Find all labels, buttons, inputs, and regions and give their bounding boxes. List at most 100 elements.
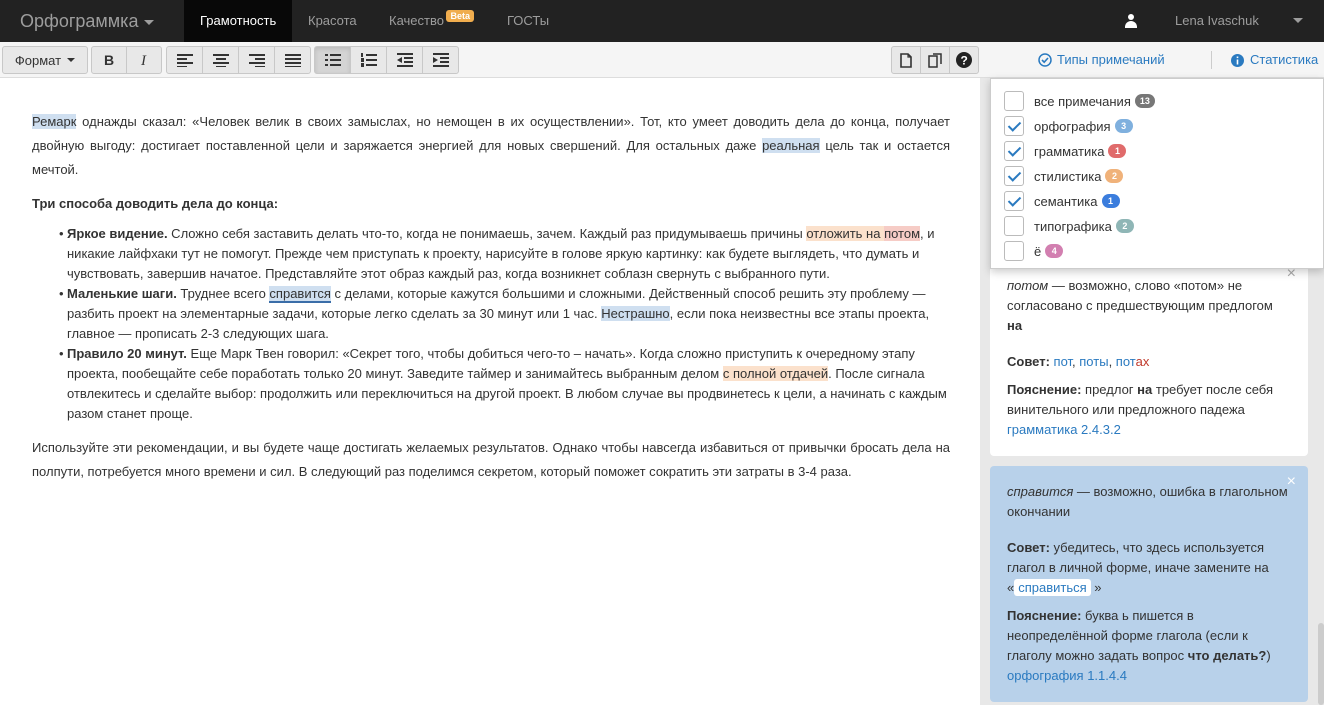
numbered-list-icon xyxy=(360,53,377,67)
statistics-label: Статистика xyxy=(1250,52,1319,67)
comment-card[interactable]: × потом — возможно, слово «потом» не сог… xyxy=(990,258,1308,456)
flagged-word[interactable]: Нестрашно xyxy=(601,306,670,321)
tab-quality[interactable]: Качество Beta xyxy=(373,0,474,42)
tab-gosts[interactable]: ГОСТы xyxy=(491,0,565,42)
checkbox[interactable] xyxy=(1004,141,1024,161)
list-item-title: Яркое видение. xyxy=(67,226,168,241)
count-badge: 1 xyxy=(1108,144,1127,158)
comment-card-selected[interactable]: × справится — возможно, ошибка в глаголь… xyxy=(990,466,1308,702)
filter-item-stylistics[interactable]: стилистика 2 xyxy=(1004,166,1124,186)
filter-item-semantics[interactable]: семантика 1 xyxy=(1004,191,1120,211)
filter-label: грамматика xyxy=(1034,143,1105,159)
filter-item-spelling[interactable]: орфография 3 xyxy=(1004,116,1133,136)
check-circle-icon xyxy=(1038,53,1052,67)
align-right-button[interactable] xyxy=(238,46,275,74)
comment-text-bold: на xyxy=(1007,318,1023,333)
tab-label: Грамотность xyxy=(200,13,277,28)
svg-text:?: ? xyxy=(961,54,968,68)
list-item-title: Маленькие шаги. xyxy=(67,286,177,301)
chevron-down-icon[interactable] xyxy=(1293,18,1303,23)
advice-label: Совет: xyxy=(1007,354,1050,369)
list-item-title: Правило 20 минут. xyxy=(67,346,187,361)
flagged-word[interactable]: потом xyxy=(884,226,921,241)
count-badge: 13 xyxy=(1134,94,1155,108)
filter-item-all[interactable]: все примечания 13 xyxy=(1004,91,1155,111)
bullet-list-icon xyxy=(324,54,341,66)
section-heading: Три способа доводить дела до конца: xyxy=(32,196,279,211)
flagged-word[interactable]: Ремарк xyxy=(32,114,77,129)
explain-bold: что делать? xyxy=(1187,648,1267,663)
explain-label: Пояснение: xyxy=(1007,382,1082,397)
bullet-list: • Яркое видение. Сложно себя заставить д… xyxy=(59,224,949,424)
bold-icon: B xyxy=(104,53,114,67)
comment-advice: Совет: пот, поты, потах xyxy=(1007,354,1150,369)
rule-link[interactable]: грамматика 2.4.3.2 xyxy=(1007,420,1291,440)
copy-button[interactable] xyxy=(920,46,950,74)
info-icon xyxy=(1231,53,1244,67)
filter-label: семантика xyxy=(1034,193,1098,209)
suggestion-option[interactable]: потах xyxy=(1116,354,1150,369)
help-button[interactable]: ? xyxy=(949,46,979,74)
new-document-button[interactable] xyxy=(891,46,921,74)
suggestion-option[interactable]: пот xyxy=(1054,354,1073,369)
checkbox[interactable] xyxy=(1004,166,1024,186)
tab-label: ГОСТы xyxy=(507,13,550,28)
outdent-button[interactable] xyxy=(386,46,423,74)
suggestion-option[interactable]: справиться xyxy=(1014,579,1091,596)
italic-button[interactable]: I xyxy=(126,46,162,74)
align-center-button[interactable] xyxy=(202,46,239,74)
comment-types-toggle[interactable]: Типы примечаний xyxy=(1038,42,1165,78)
checkbox[interactable] xyxy=(1004,216,1024,236)
question-circle-icon: ? xyxy=(956,52,972,68)
flagged-word[interactable]: отложить на xyxy=(806,226,885,241)
bullet-list-button[interactable] xyxy=(314,46,351,74)
comment-word: справится xyxy=(1007,484,1074,499)
explain-text: предлог xyxy=(1081,382,1138,397)
explain-label: Пояснение: xyxy=(1007,608,1082,623)
indent-button[interactable] xyxy=(422,46,459,74)
checkbox[interactable] xyxy=(1004,91,1024,111)
align-left-icon xyxy=(176,54,193,67)
outdent-icon xyxy=(396,53,413,67)
filter-item-grammar[interactable]: грамматика 1 xyxy=(1004,141,1127,161)
filter-label: стилистика xyxy=(1034,168,1102,184)
tab-literacy[interactable]: Грамотность xyxy=(184,0,293,42)
user-name[interactable]: Lena Ivaschuk xyxy=(1175,0,1259,42)
flagged-word[interactable]: реальная xyxy=(762,138,820,153)
filter-label: ё xyxy=(1034,243,1042,259)
count-badge: 1 xyxy=(1101,194,1120,208)
checkbox[interactable] xyxy=(1004,241,1024,261)
editor-toolbar: Формат B I ? Типы примечаний Статистика xyxy=(0,42,1324,78)
tab-label: Качество xyxy=(389,13,444,28)
numbered-list-button[interactable] xyxy=(350,46,387,74)
align-justify-button[interactable] xyxy=(274,46,311,74)
suggestion-highlight: ах xyxy=(1135,354,1150,369)
comment-types-label: Типы примечаний xyxy=(1057,52,1165,67)
format-dropdown[interactable]: Формат xyxy=(2,46,88,74)
user-icon[interactable] xyxy=(1124,14,1138,28)
scrollbar[interactable] xyxy=(1318,623,1324,705)
advice-text: » xyxy=(1094,580,1102,595)
align-center-icon xyxy=(212,54,229,67)
filter-item-yo[interactable]: ё4 xyxy=(1004,241,1064,261)
chevron-down-icon xyxy=(144,19,155,25)
checkbox[interactable] xyxy=(1004,116,1024,136)
flagged-word[interactable]: с полной отдачей xyxy=(722,366,829,381)
top-navbar: Орфограммка Грамотность Красота Качество… xyxy=(0,0,1324,42)
brand-menu[interactable]: Орфограммка xyxy=(20,0,155,42)
count-badge: 2 xyxy=(1105,169,1124,183)
filter-item-typography[interactable]: типографика 2 xyxy=(1004,216,1134,236)
align-left-button[interactable] xyxy=(166,46,203,74)
align-justify-icon xyxy=(284,54,301,67)
checkbox[interactable] xyxy=(1004,191,1024,211)
filter-label: типографика xyxy=(1034,218,1112,234)
statistics-link[interactable]: Статистика xyxy=(1231,42,1318,78)
bold-button[interactable]: B xyxy=(91,46,127,74)
indent-icon xyxy=(432,53,449,67)
list-item-text: Сложно себя заставить делать что-то, ког… xyxy=(167,226,807,241)
tab-beauty[interactable]: Красота xyxy=(292,0,373,42)
comment-word: потом xyxy=(1007,278,1049,293)
flagged-word-selected[interactable]: справится xyxy=(269,286,331,303)
suggestion-option[interactable]: поты xyxy=(1079,354,1108,369)
rule-link[interactable]: орфография 1.1.4.4 xyxy=(1007,666,1291,686)
